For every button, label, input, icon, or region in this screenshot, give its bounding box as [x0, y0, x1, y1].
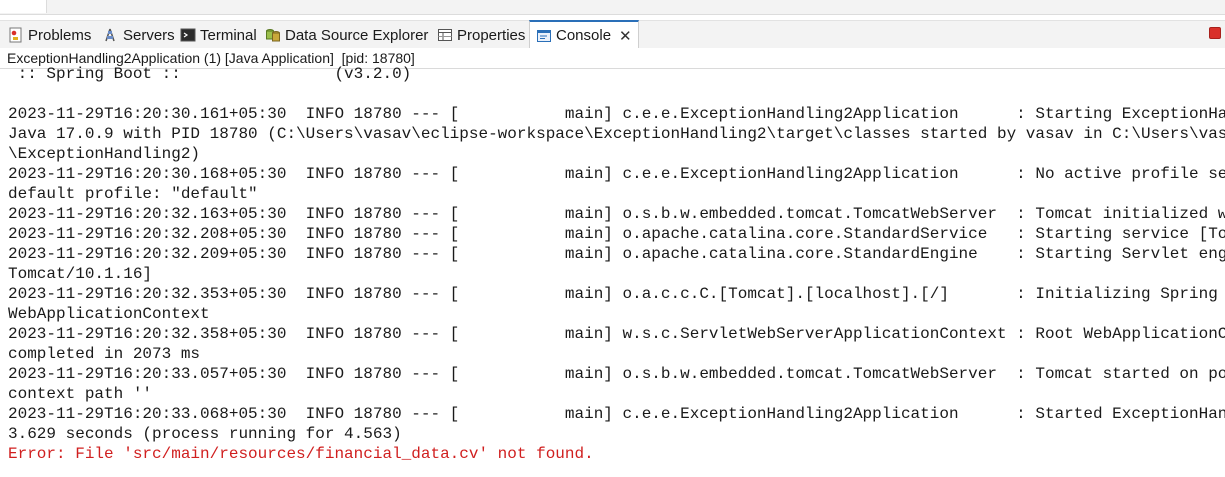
database-icon: [265, 27, 281, 43]
terminal-icon: [180, 27, 196, 43]
servers-icon: [103, 27, 119, 43]
terminate-icon[interactable]: [1209, 27, 1221, 39]
tab-properties[interactable]: Properties: [437, 21, 525, 49]
console-line: Java 17.0.9 with PID 18780 (C:\Users\vas…: [8, 125, 1225, 143]
tab-label: Problems: [28, 26, 92, 44]
console-line: 2023-11-29T16:20:32.358+05:30 INFO 18780…: [8, 325, 1225, 343]
console-line: 2023-11-29T16:20:32.163+05:30 INFO 18780…: [8, 205, 1225, 223]
tab-label: Data Source Explorer: [285, 26, 429, 44]
console-output[interactable]: :: Spring Boot :: (v3.2.0)2023-11-29T16:…: [0, 62, 1225, 477]
console-line: 2023-11-29T16:20:30.168+05:30 INFO 18780…: [8, 165, 1225, 183]
view-tab-bar: Problems Servers Terminal Data Source Ex…: [0, 20, 1225, 49]
console-line: 2023-11-29T16:20:33.057+05:30 INFO 18780…: [8, 365, 1225, 383]
editor-area-strip: [0, 0, 1225, 15]
console-line: Tomcat/10.1.16]: [8, 265, 153, 283]
console-line: context path '': [8, 385, 153, 403]
console-line: 2023-11-29T16:20:33.068+05:30 INFO 18780…: [8, 405, 1225, 423]
console-line: 3.629 seconds (process running for 4.563…: [8, 425, 402, 443]
tab-servers[interactable]: Servers: [103, 21, 175, 49]
console-line: completed in 2073 ms: [8, 345, 201, 363]
console-line: 2023-11-29T16:20:32.209+05:30 INFO 18780…: [8, 245, 1225, 263]
console-line: \ExceptionHandling2): [8, 145, 201, 163]
console-line: WebApplicationContext: [8, 305, 210, 323]
console-line: default profile: "default": [8, 185, 258, 203]
tab-label: Servers: [123, 26, 175, 44]
console-line: :: Spring Boot :: (v3.2.0): [8, 65, 412, 83]
editor-tab-stub[interactable]: [0, 0, 47, 13]
properties-icon: [437, 27, 453, 43]
close-icon[interactable]: ✕: [619, 27, 632, 45]
console-line: 2023-11-29T16:20:32.353+05:30 INFO 18780…: [8, 285, 1225, 303]
tab-problems[interactable]: Problems: [8, 21, 91, 49]
tab-data-source-explorer[interactable]: Data Source Explorer: [265, 21, 428, 49]
problems-icon: [8, 27, 24, 43]
console-line: 2023-11-29T16:20:30.161+05:30 INFO 18780…: [8, 105, 1225, 123]
console-icon: [536, 28, 552, 44]
tab-label: Terminal: [200, 26, 257, 44]
tab-terminal[interactable]: Terminal: [180, 21, 257, 49]
tab-console[interactable]: Console ✕: [529, 20, 639, 49]
console-error-line: Error: File 'src/main/resources/financia…: [8, 445, 594, 463]
tab-label: Properties: [457, 26, 526, 44]
console-line: 2023-11-29T16:20:32.208+05:30 INFO 18780…: [8, 225, 1225, 243]
tab-label: Console: [556, 27, 612, 44]
